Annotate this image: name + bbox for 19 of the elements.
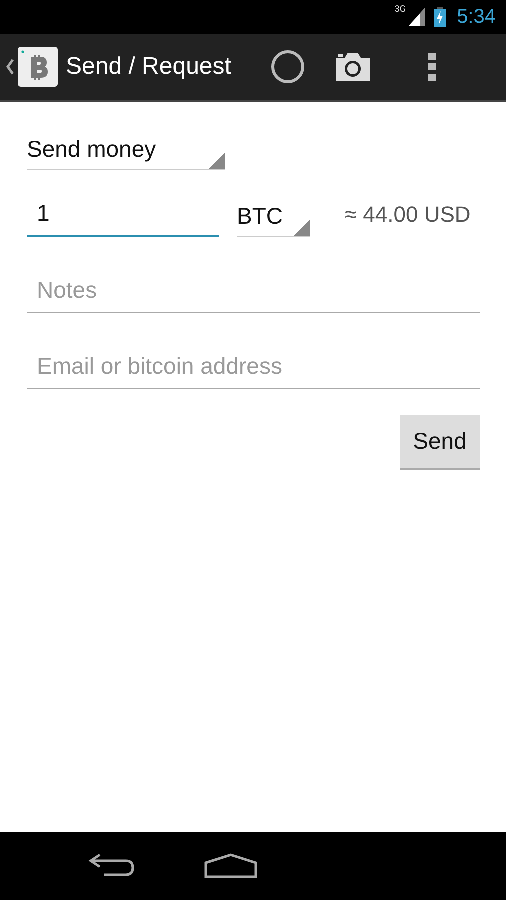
- currency-dropdown[interactable]: BTC: [237, 203, 310, 237]
- battery-icon: [434, 7, 446, 27]
- back-icon[interactable]: [88, 853, 136, 879]
- notes-field[interactable]: Notes: [27, 277, 480, 313]
- home-icon[interactable]: [204, 853, 258, 879]
- network-label: 3G: [394, 5, 406, 15]
- mode-dropdown[interactable]: Send money: [27, 136, 225, 170]
- bitcoin-logo-icon: [18, 47, 58, 87]
- conversion-text: ≈ 44.00 USD: [345, 202, 471, 229]
- back-caret-icon: [6, 59, 14, 75]
- screen-title: Send / Request: [66, 53, 232, 81]
- send-button[interactable]: Send: [400, 415, 480, 470]
- recipient-field[interactable]: Email or bitcoin address: [27, 353, 480, 389]
- overflow-menu-icon[interactable]: [428, 53, 436, 81]
- signal-icon: [409, 8, 426, 26]
- clock-time: 5:34: [457, 6, 496, 28]
- refresh-circle-icon[interactable]: [270, 49, 306, 85]
- amount-field[interactable]: 1: [27, 200, 219, 237]
- camera-icon[interactable]: [336, 53, 370, 81]
